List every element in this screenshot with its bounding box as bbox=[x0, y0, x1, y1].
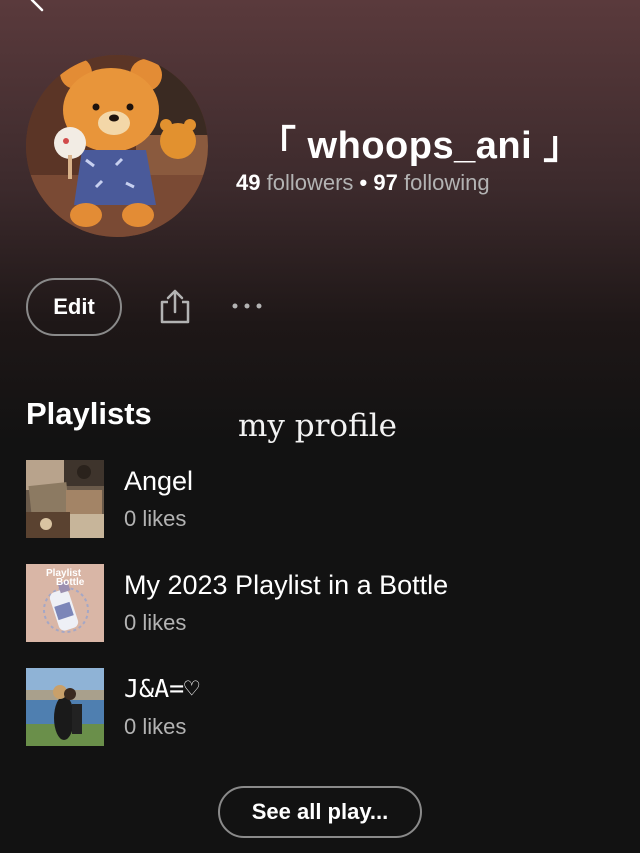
playlist-cover: Playlist Bottle bbox=[26, 564, 104, 642]
playlist-likes: 0 likes bbox=[124, 714, 187, 739]
playlist-title: Angel bbox=[124, 466, 194, 496]
more-icon[interactable] bbox=[230, 296, 266, 316]
followers-count[interactable]: 49 bbox=[236, 170, 260, 195]
overlay-caption: my profile bbox=[238, 408, 398, 444]
playlist-cover-text-2: Bottle bbox=[56, 577, 85, 588]
avatar[interactable] bbox=[26, 55, 208, 237]
playlist-row-angel[interactable]: Angel 0 likes bbox=[26, 460, 586, 540]
playlist-title: My 2023 Playlist in a Bottle bbox=[124, 570, 449, 600]
followers-label[interactable]: followers bbox=[267, 170, 354, 195]
playlist-title: J&A=♡ bbox=[124, 674, 200, 703]
playlist-row-ja[interactable]: J&A=♡ 0 likes bbox=[26, 668, 586, 748]
playlist-likes: 0 likes bbox=[124, 610, 187, 635]
profile-name: 「 whoops_ani 」 bbox=[258, 125, 582, 167]
share-icon[interactable] bbox=[158, 288, 192, 324]
following-count[interactable]: 97 bbox=[373, 170, 397, 195]
following-label[interactable]: following bbox=[404, 170, 490, 195]
playlist-likes: 0 likes bbox=[124, 506, 187, 531]
back-icon[interactable] bbox=[22, 0, 52, 16]
edit-button[interactable]: Edit bbox=[26, 278, 122, 336]
playlist-cover bbox=[26, 460, 104, 538]
follow-stats: 49 followers • 97 following bbox=[236, 170, 490, 196]
playlist-row-bottle[interactable]: Playlist Bottle My 2023 Playlist in a Bo… bbox=[26, 564, 586, 644]
avatar-bear-image bbox=[26, 55, 208, 237]
stats-separator: • bbox=[359, 170, 368, 195]
playlist-cover bbox=[26, 668, 104, 746]
playlists-heading: Playlists bbox=[26, 396, 152, 431]
see-all-playlists-button[interactable]: See all play... bbox=[218, 786, 422, 838]
